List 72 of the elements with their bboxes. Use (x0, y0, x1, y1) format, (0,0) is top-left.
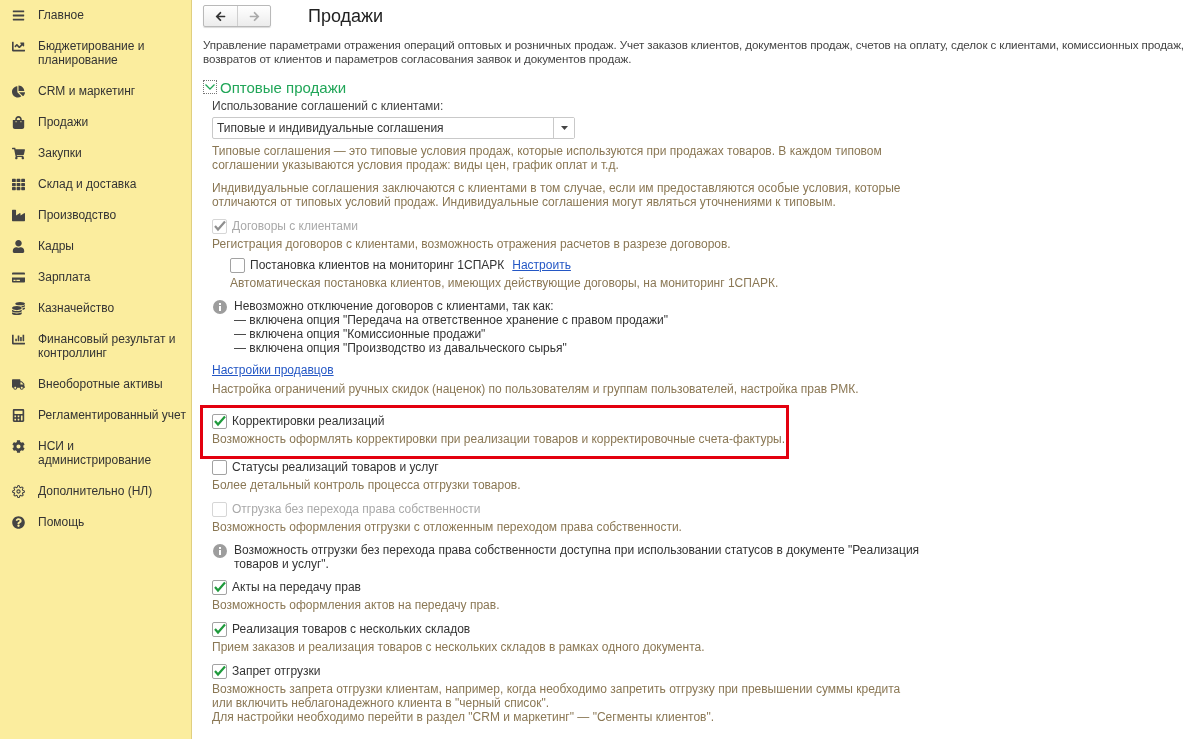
sidebar-item[interactable]: Зарплата (0, 262, 191, 293)
link-description: Настройка ограничений ручных скидок (наценок) по пользователям и группам пользователей, настройка прав РМК. (212, 382, 860, 396)
sidebar-item[interactable]: Дополнительно (НЛ) (0, 476, 191, 507)
back-arrow-icon (215, 10, 226, 22)
info-icon (213, 300, 227, 314)
sidebar-item[interactable]: Производство (0, 200, 191, 231)
checkbox[interactable] (212, 579, 227, 595)
cart-icon (11, 146, 25, 160)
factory-icon (11, 208, 25, 222)
bag-icon (11, 115, 25, 129)
card-icon (11, 270, 25, 284)
sellers-settings-link[interactable]: Настройки продавцов (212, 363, 334, 377)
sidebar-item[interactable]: Помощь (0, 507, 191, 538)
sidebar-item[interactable]: Финансовый результат и контроллинг (0, 324, 191, 369)
help-icon (11, 515, 25, 529)
sidebar-item[interactable]: Кадры (0, 231, 191, 262)
description-text: Типовые соглашения — это типовые условия продаж, которые используются при продажах товаров. В каждом типовом соглашении указываются условия продаж: виды цен, график оплат и т.д. (212, 144, 883, 172)
menu-icon (11, 8, 25, 22)
sidebar-item[interactable]: Регламентированный учет (0, 400, 191, 431)
pie-chart-icon (11, 84, 25, 98)
calculator-icon (11, 408, 25, 422)
settings-icon (11, 439, 25, 453)
sidebar-item[interactable]: Закупки (0, 138, 191, 169)
dropdown-button[interactable] (553, 118, 574, 138)
checkbox-label: Запрет отгрузки (232, 664, 321, 678)
section-title: Оптовые продажи (220, 78, 347, 96)
page-title: Продажи (308, 5, 384, 27)
option-description: Более детальный контроль процесса отгрузки товаров. (212, 478, 522, 492)
option-description: Регистрация договоров с клиентами, возможность отражения расчетов в разрезе договоров. (212, 237, 732, 251)
sidebar-item[interactable]: Продажи (0, 107, 191, 138)
option-description: Возможность оформления актов на передачу прав. (212, 598, 501, 612)
checkbox[interactable] (212, 413, 227, 429)
info-icon (213, 544, 227, 558)
description-text: Индивидуальные соглашения заключаются с клиентами в том случае, если им предоставляются особые условия, которые отличаются от типовых условий продаж. Индивидуальные соглашения могут являться уточнениями к типовым. (212, 181, 902, 209)
sidebar-item[interactable]: Бюджетирование и планирование (0, 31, 191, 76)
field-label: Использование соглашений с клиентами: (212, 99, 445, 113)
sidebar-item[interactable]: Внеоборотные активы (0, 369, 191, 400)
option-description: Прием заказов и реализация товаров с нескольких складов в рамках одного документа. (212, 640, 706, 654)
option-description: Возможность запрета отгрузки клиентам, например, когда необходимо запретить отгрузку при превышении суммы кредита или включить неблагонадежного клиента в "черный список". Для настройки необходимо перейти в раздел "CRM и маркетинг" — "Сегменты клиентов". (212, 682, 902, 724)
sidebar-item[interactable]: CRM и маркетинг (0, 76, 191, 107)
grid-icon (11, 177, 25, 191)
coins-icon (11, 301, 25, 315)
checkbox-label: Постановка клиентов на мониторинг 1СПАРК (250, 258, 505, 272)
settings-icon (11, 484, 25, 498)
option-description: Возможность оформления отгрузки с отложенным переходом права собственности. (212, 520, 683, 534)
checkbox[interactable] (212, 459, 227, 475)
chevron-icon (205, 84, 215, 90)
checkbox[interactable] (212, 621, 227, 637)
checkbox-label: Отгрузка без перехода права собственности (232, 502, 481, 516)
sidebar-item[interactable]: НСИ и администрирование (0, 431, 191, 476)
caret-icon (560, 126, 568, 130)
option-description: Автоматическая постановка клиентов, имеющих действующие договоры, на мониторинг 1СПАРК. (230, 276, 780, 290)
line-chart-icon (11, 39, 25, 53)
checkbox-label: Корректировки реализаций (232, 414, 385, 428)
sidebar-item[interactable]: Склад и доставка (0, 169, 191, 200)
sidebar-item[interactable]: Главное (0, 0, 191, 31)
checkbox-label: Статусы реализаций товаров и услуг (232, 460, 439, 474)
option-description: Возможность оформлять корректировки при реализации товаров и корректировочные счета-фактуры. (212, 432, 786, 446)
sidebar-item[interactable]: Казначейство (0, 293, 191, 324)
checkbox[interactable] (212, 663, 227, 679)
checkbox-label: Договоры с клиентами (232, 219, 358, 233)
truck-icon (11, 377, 25, 391)
forward-arrow-icon (248, 10, 260, 22)
agreements-select[interactable]: Типовые и индивидуальные соглашения (212, 117, 575, 139)
person-icon (11, 239, 25, 253)
checkbox-label: Реализация товаров с нескольких складов (232, 622, 471, 636)
page-description: Управление параметрами отражения операций оптовых и розничных продаж. Учет заказов клиентов, документов продаж, счетов на оплату, сделок с клиентами, комиссионных продаж, возвратов от клиентов и параметров согласования заявок и документов продаж. (203, 38, 1185, 66)
info-text: Невозможно отключение договоров с клиентами, так как: — включена опция "Передача на ответственное хранение с правом продажи" — включена опция "Комиссионные продажи" — включена опция "Производство из давальческого сырья" (234, 299, 668, 355)
checkbox-label: Акты на передачу прав (232, 580, 361, 594)
info-text: Возможность отгрузки без перехода права собственности доступна при использовании статусов в документе "Реализация товаров и услуг". (234, 543, 920, 571)
collapse-toggle[interactable] (203, 80, 217, 94)
bar-chart-icon (11, 332, 25, 346)
